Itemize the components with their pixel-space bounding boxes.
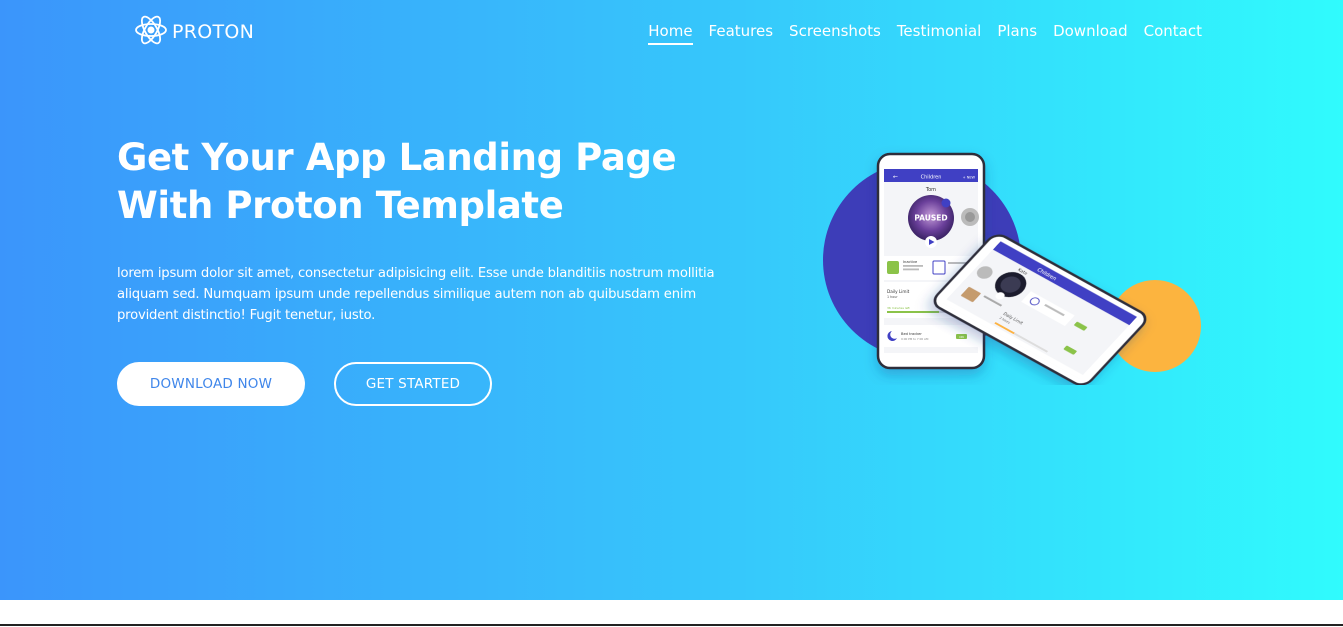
get-started-button[interactable]: GET STARTED	[334, 362, 492, 406]
download-now-button[interactable]: DOWNLOAD NOW	[117, 362, 305, 406]
phones-illustration: ← Children + NEW Tom PAUSED Inactive Dai…	[823, 152, 1201, 385]
phone-front-header: Children	[921, 175, 942, 181]
phone-front-status: PAUSED	[914, 214, 947, 223]
main-nav: Home Features Screenshots Testimonial Pl…	[632, 22, 1202, 45]
hero-section: PROTON Home Features Screenshots Testimo…	[0, 0, 1343, 600]
phone-front-limit-value: 1 hour	[887, 295, 898, 299]
brand-logo[interactable]: PROTON	[133, 14, 254, 50]
nav-download[interactable]: Download	[1053, 22, 1128, 45]
phone-front-name: Tom	[925, 187, 936, 193]
phone-front-toggle: ON	[959, 335, 964, 339]
phone-front-remaining: 36 minutes left	[887, 306, 911, 310]
brand-name: PROTON	[172, 21, 255, 43]
nav-home[interactable]: Home	[648, 22, 693, 45]
hero-title-line1: Get Your App Landing Page	[117, 136, 677, 179]
atom-icon	[133, 12, 169, 52]
nav-testimonial[interactable]: Testimonial	[897, 22, 982, 45]
phone-front-new: + NEW	[963, 176, 976, 180]
hero-title-line2: With Proton Template	[117, 184, 564, 227]
nav-features[interactable]: Features	[709, 22, 774, 45]
nav-contact[interactable]: Contact	[1144, 22, 1202, 45]
hero-title: Get Your App Landing Page With Proton Te…	[117, 134, 737, 230]
hero-description: lorem ipsum dolor sit amet, consectetur …	[117, 266, 715, 323]
phone-front-card-title: Inactive	[903, 260, 918, 264]
svg-text:←: ←	[893, 174, 898, 181]
phone-front-limit-title: Daily Limit	[887, 289, 910, 294]
page-divider	[0, 624, 1343, 626]
nav-plans[interactable]: Plans	[997, 22, 1037, 45]
nav-screenshots[interactable]: Screenshots	[789, 22, 881, 45]
phone-front-bedtime-time: 9:00 PM to 7:00 AM	[901, 337, 929, 341]
phone-front-bedtime: Bed tracker	[901, 332, 922, 336]
